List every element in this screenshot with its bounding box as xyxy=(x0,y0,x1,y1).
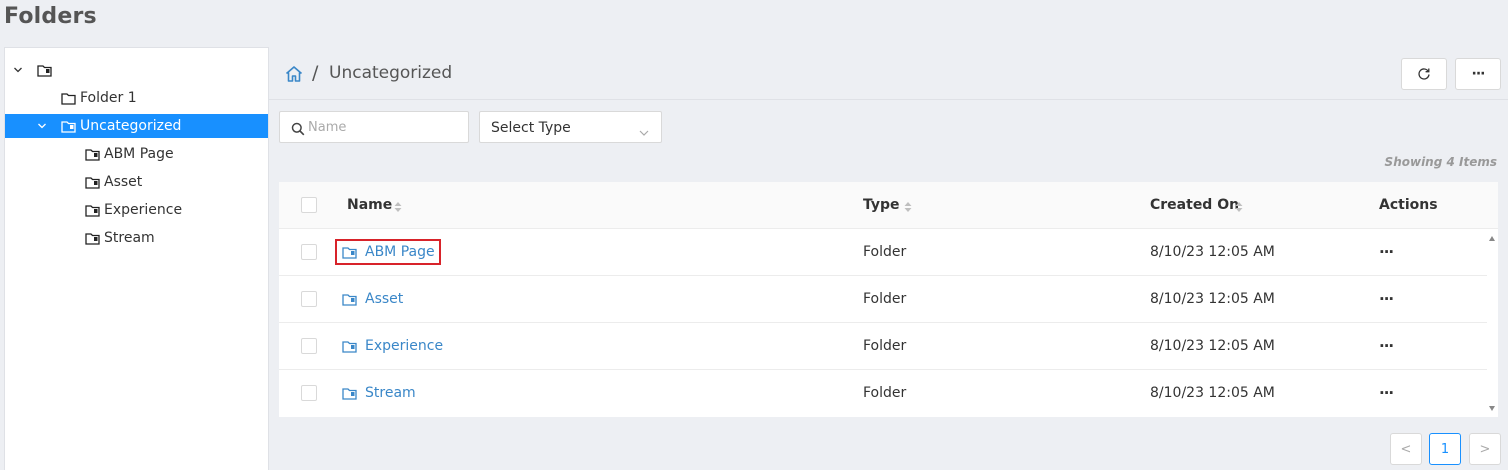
type-cell: Folder xyxy=(863,291,907,307)
type-select-value: Select Type xyxy=(491,120,571,136)
more-options-button[interactable]: ··· xyxy=(1455,58,1501,90)
folder-link[interactable]: ABM Page xyxy=(335,239,441,265)
created-on-cell: 8/10/23 12:05 AM xyxy=(1150,385,1275,401)
tree-item-experience[interactable]: Experience xyxy=(5,198,268,222)
tree-item-label: Uncategorized xyxy=(80,118,182,134)
row-checkbox[interactable] xyxy=(301,338,317,354)
sort-icon[interactable] xyxy=(1235,201,1243,213)
select-all-checkbox[interactable] xyxy=(301,197,317,213)
pagination-next-button[interactable]: > xyxy=(1469,433,1501,465)
tree-item-asset[interactable]: Asset xyxy=(5,170,268,194)
column-header-type[interactable]: Type xyxy=(863,197,900,213)
type-select[interactable]: Select Type xyxy=(479,111,662,143)
created-on-cell: 8/10/23 12:05 AM xyxy=(1150,244,1275,260)
folder-link[interactable]: Stream xyxy=(337,380,420,406)
pagination-page-1[interactable]: 1 xyxy=(1429,433,1461,465)
page-title: Folders xyxy=(4,4,97,29)
tree-item-folder-1[interactable]: Folder 1 xyxy=(5,86,268,110)
chevron-down-icon xyxy=(639,123,649,136)
folder-tagged-icon xyxy=(342,246,357,259)
table-row: Stream Folder 8/10/23 12:05 AM ··· xyxy=(279,370,1487,417)
tree-item-label: Stream xyxy=(104,230,155,246)
more-options-label: ··· xyxy=(1471,66,1486,82)
refresh-icon xyxy=(1417,67,1431,81)
row-checkbox[interactable] xyxy=(301,385,317,401)
scroll-down-icon[interactable] xyxy=(1489,406,1495,411)
folder-link-label: Asset xyxy=(365,291,404,307)
column-header-name[interactable]: Name xyxy=(347,197,392,213)
item-count: Showing 4 Items xyxy=(1384,155,1497,169)
folder-link[interactable]: Asset xyxy=(337,286,407,312)
created-on-cell: 8/10/23 12:05 AM xyxy=(1150,338,1275,354)
folder-tagged-icon xyxy=(85,176,100,189)
chevron-down-icon[interactable] xyxy=(37,121,47,131)
home-icon[interactable] xyxy=(284,64,304,84)
breadcrumb: / Uncategorized ··· xyxy=(269,47,1508,100)
folder-link-label: Stream xyxy=(365,385,416,401)
breadcrumb-current: Uncategorized xyxy=(329,63,453,83)
tree-item-label: Experience xyxy=(104,202,183,218)
tree-item-label: Asset xyxy=(104,174,143,190)
scroll-up-icon[interactable] xyxy=(1489,236,1495,241)
folders-table: Name Type Created On Actions ABM Page Fo… xyxy=(279,182,1498,417)
search-input[interactable] xyxy=(308,117,463,137)
folder-tagged-icon xyxy=(342,340,357,353)
tree-item-label: ABM Page xyxy=(104,146,174,162)
folder-tagged-icon xyxy=(342,293,357,306)
table-scrollbar[interactable] xyxy=(1487,229,1498,417)
search-field[interactable] xyxy=(279,111,469,143)
row-checkbox[interactable] xyxy=(301,291,317,307)
tree-item-abm-page[interactable]: ABM Page xyxy=(5,142,268,166)
row-actions-button[interactable]: ··· xyxy=(1379,290,1394,308)
table-row: Asset Folder 8/10/23 12:05 AM ··· xyxy=(279,276,1487,323)
row-actions-button[interactable]: ··· xyxy=(1379,384,1394,402)
type-cell: Folder xyxy=(863,244,907,260)
row-actions-button[interactable]: ··· xyxy=(1379,337,1394,355)
folder-outline-icon xyxy=(61,92,76,105)
tree-item-label: Folder 1 xyxy=(80,90,137,106)
column-header-created-on[interactable]: Created On xyxy=(1150,197,1239,213)
chevron-down-icon[interactable] xyxy=(13,65,23,75)
row-checkbox[interactable] xyxy=(301,244,317,260)
folder-tagged-icon xyxy=(61,120,76,133)
sort-icon[interactable] xyxy=(904,201,912,213)
refresh-button[interactable] xyxy=(1401,58,1447,90)
search-icon xyxy=(291,121,305,136)
folder-tagged-icon xyxy=(85,204,100,217)
pagination-prev-button[interactable]: < xyxy=(1390,433,1422,465)
folder-tagged-icon xyxy=(37,64,52,77)
table-header: Name Type Created On Actions xyxy=(279,182,1498,229)
column-header-actions: Actions xyxy=(1379,197,1438,213)
table-row: ABM Page Folder 8/10/23 12:05 AM ··· xyxy=(279,229,1487,276)
tree-item-root[interactable] xyxy=(5,58,268,82)
folder-link-label: ABM Page xyxy=(365,244,435,260)
row-actions-button[interactable]: ··· xyxy=(1379,243,1394,261)
table-row: Experience Folder 8/10/23 12:05 AM ··· xyxy=(279,323,1487,370)
folder-link[interactable]: Experience xyxy=(337,333,447,359)
created-on-cell: 8/10/23 12:05 AM xyxy=(1150,291,1275,307)
sort-icon[interactable] xyxy=(394,201,402,213)
main-panel: / Uncategorized ··· Select Type Showing … xyxy=(269,47,1508,470)
folder-tree: Folder 1 Uncategorized ABM Page Asset Ex… xyxy=(4,47,269,470)
breadcrumb-separator: / xyxy=(312,62,319,84)
tree-item-uncategorized[interactable]: Uncategorized xyxy=(5,114,268,138)
folder-link-label: Experience xyxy=(365,338,444,354)
folder-tagged-icon xyxy=(342,387,357,400)
type-cell: Folder xyxy=(863,338,907,354)
tree-item-stream[interactable]: Stream xyxy=(5,226,268,250)
folder-tagged-icon xyxy=(85,148,100,161)
folder-tagged-icon xyxy=(85,232,100,245)
type-cell: Folder xyxy=(863,385,907,401)
